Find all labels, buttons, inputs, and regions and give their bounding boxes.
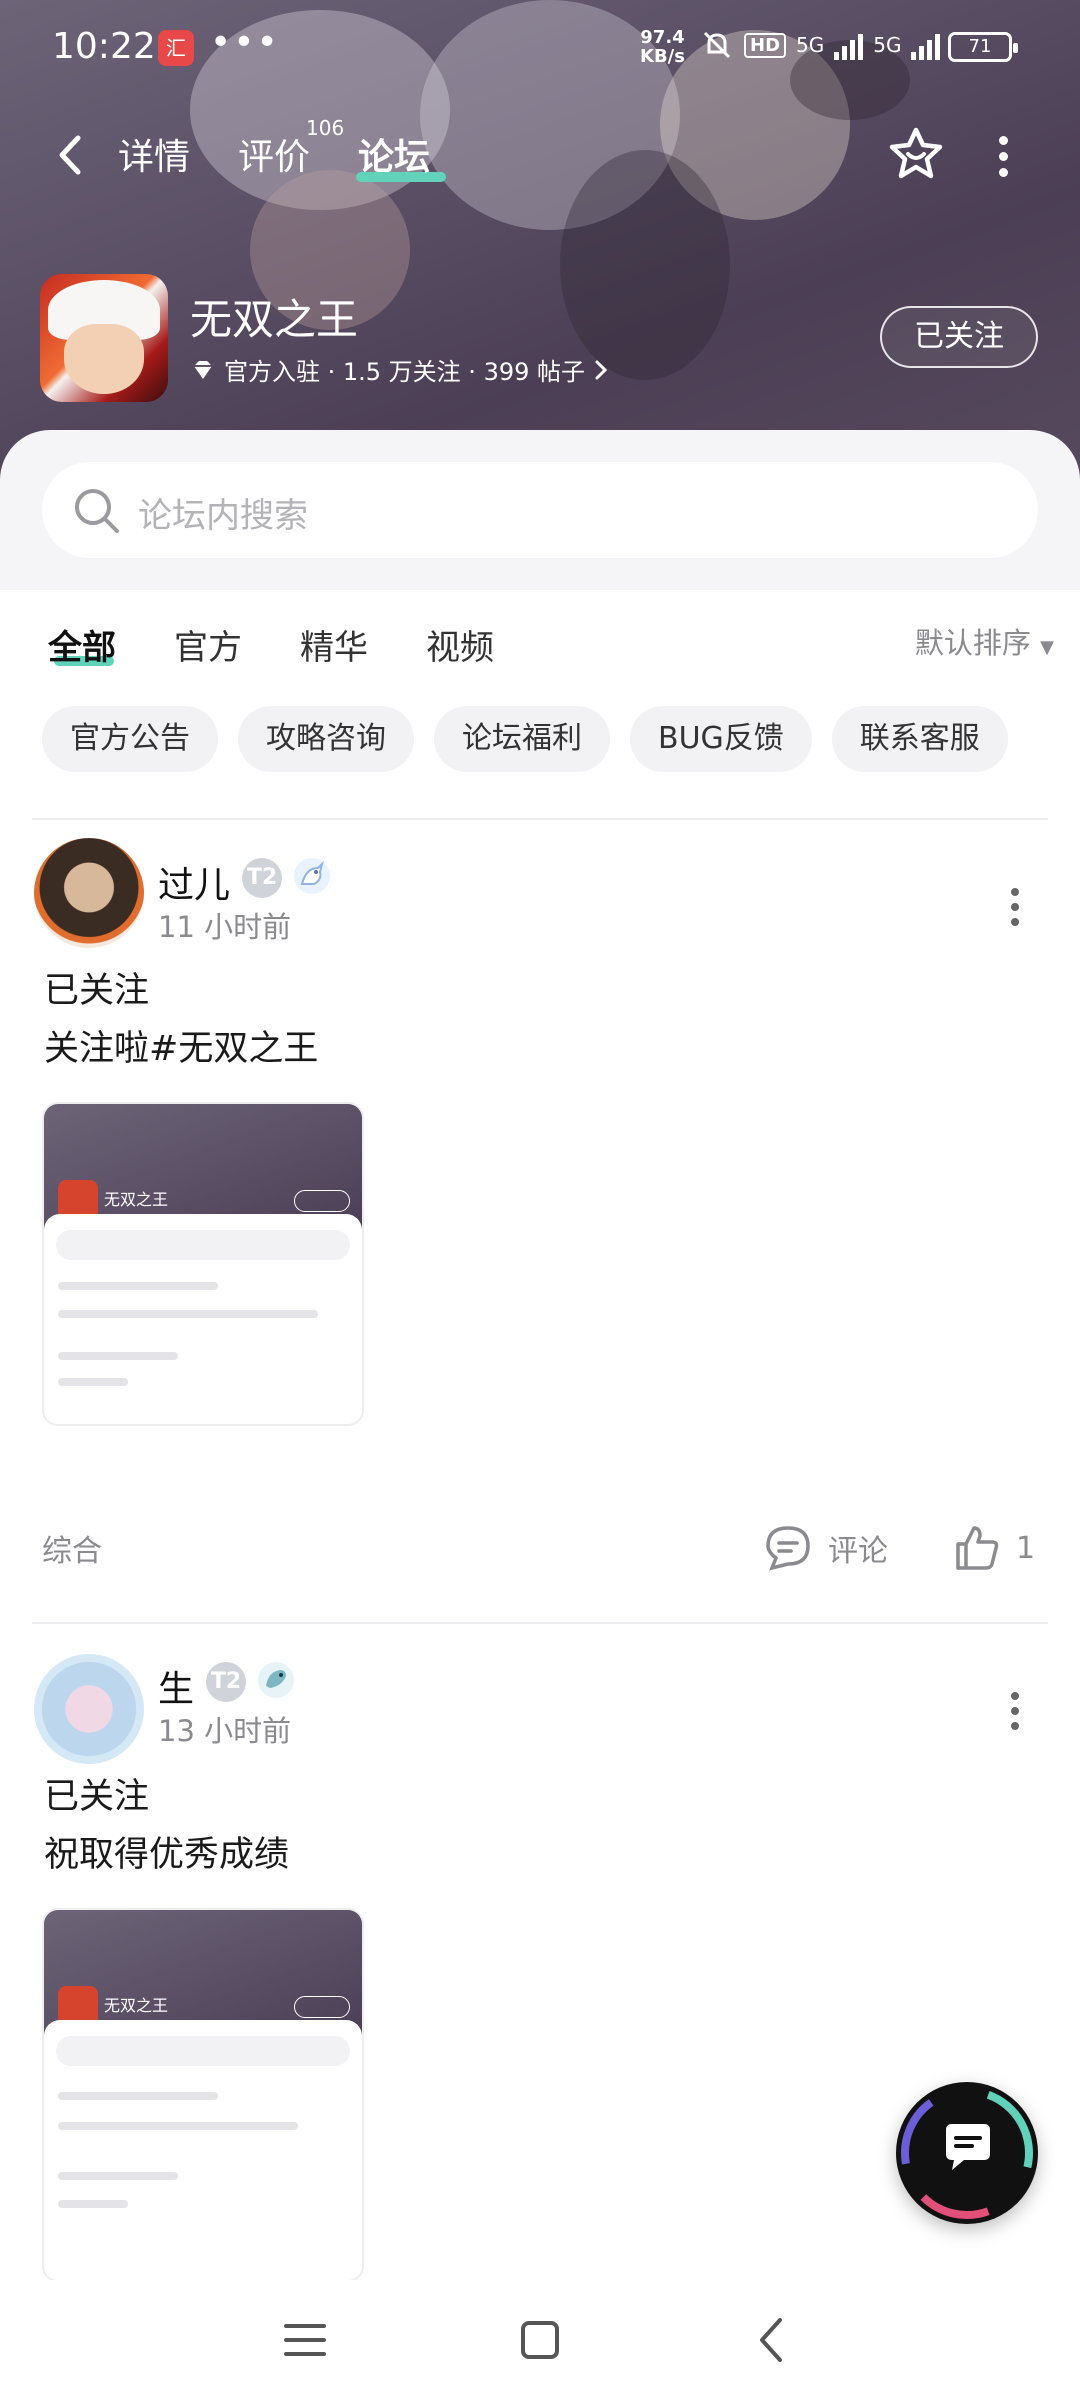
- unicorn-badge-icon: [294, 858, 330, 894]
- status-time: 10:22: [52, 26, 156, 67]
- like-button[interactable]: 1: [950, 1522, 1035, 1574]
- back-nav-icon[interactable]: [756, 2316, 786, 2364]
- search-placeholder: 论坛内搜索: [138, 496, 308, 536]
- system-navigation-bar: [0, 2280, 1080, 2400]
- post-time: 11 小时前: [158, 910, 292, 944]
- battery-icon: 71: [948, 32, 1018, 62]
- comment-button[interactable]: 评论: [762, 1522, 888, 1574]
- thumb-follow-button: [294, 1996, 350, 2018]
- thumb-title: 无双之王: [104, 1996, 169, 2015]
- thumbs-up-icon: [956, 1526, 999, 1570]
- post-image[interactable]: 无双之王: [42, 1102, 364, 1426]
- chip-guides[interactable]: 攻略咨询: [238, 706, 414, 772]
- back-button[interactable]: [50, 130, 90, 180]
- game-icon[interactable]: [40, 274, 168, 402]
- filter-tab-featured[interactable]: 精华: [300, 620, 368, 669]
- category-chips: 官方公告 攻略咨询 论坛福利 BUG反馈 联系客服: [42, 706, 1008, 772]
- game-title: 无双之王: [190, 295, 359, 344]
- menu-icon[interactable]: [284, 2320, 326, 2360]
- search-input[interactable]: 论坛内搜索: [42, 462, 1038, 558]
- star-icon: [889, 127, 943, 179]
- mute-bell-icon: [703, 31, 731, 59]
- tab-details[interactable]: 详情: [118, 128, 190, 180]
- thumb-line: [58, 2200, 128, 2208]
- compose-post-button[interactable]: [896, 2082, 1038, 2224]
- post-category[interactable]: 综合: [42, 1526, 102, 1570]
- chip-announcements[interactable]: 官方公告: [42, 706, 218, 772]
- app-root: 10:22 汇 ••• 97.4 KB/s HD 5G 5G 71 详情 评价 …: [0, 0, 1080, 2400]
- more-options-button[interactable]: [996, 136, 1010, 177]
- follow-button[interactable]: 已关注: [880, 306, 1038, 368]
- post-footer: 综合 评论 1: [0, 1516, 1080, 1576]
- chevron-left-icon: [59, 135, 81, 175]
- game-meta-text: 官方入驻 · 1.5 万关注 · 399 帖子: [224, 358, 586, 386]
- more-notifications-icon: •••: [210, 22, 280, 63]
- level-badge-icon: T2: [242, 858, 282, 898]
- chip-bug-report[interactable]: BUG反馈: [630, 706, 812, 772]
- thumb-line: [58, 1310, 318, 1318]
- post-more-button[interactable]: [1010, 888, 1020, 933]
- like-count: 1: [1016, 1530, 1036, 1566]
- thumb-line: [58, 2092, 218, 2100]
- post-body: 祝取得优秀成绩: [44, 1835, 290, 1875]
- home-icon[interactable]: [520, 2320, 560, 2360]
- status-icons: HD 5G 5G: [700, 28, 941, 62]
- reviews-count-badge: 106: [306, 116, 345, 140]
- thumb-line: [58, 1282, 218, 1290]
- thumb-title: 无双之王: [104, 1190, 169, 1209]
- status-bar: 10:22 汇 ••• 97.4 KB/s HD 5G 5G 71: [0, 0, 1080, 100]
- filter-tab-all[interactable]: 全部: [48, 620, 116, 669]
- sort-dropdown[interactable]: 默认排序 ▼: [915, 620, 1054, 662]
- post-image[interactable]: 无双之王: [42, 1908, 364, 2282]
- search-icon: [75, 489, 119, 533]
- post-title: 已关注: [44, 971, 150, 1011]
- post-body: 关注啦#无双之王: [44, 1029, 319, 1069]
- divider: [32, 1622, 1048, 1624]
- signal-icon: [834, 30, 864, 60]
- sort-label: 默认排序: [914, 626, 1031, 660]
- caret-down-icon: ▼: [1040, 637, 1054, 658]
- post-username[interactable]: 生: [158, 1660, 194, 1712]
- tab-reviews[interactable]: 评价: [238, 128, 310, 180]
- thumb-follow-button: [294, 1190, 350, 1212]
- chip-welfare[interactable]: 论坛福利: [434, 706, 610, 772]
- game-icon-art: [64, 324, 144, 394]
- network-type-2: 5G: [873, 33, 902, 57]
- avatar[interactable]: [34, 838, 144, 948]
- thumb-line: [58, 2172, 178, 2180]
- post-username[interactable]: 过儿: [158, 856, 230, 908]
- diamond-icon: [194, 360, 212, 379]
- thumb-line: [58, 1378, 128, 1386]
- filter-tab-video[interactable]: 视频: [426, 620, 494, 669]
- bird-badge-icon: [258, 1662, 294, 1698]
- chip-customer-service[interactable]: 联系客服: [831, 706, 1008, 772]
- network-speed-value: 97.4: [640, 27, 685, 48]
- game-meta-link[interactable]: 官方入驻 · 1.5 万关注 · 399 帖子: [190, 352, 609, 387]
- thumb-line: [58, 2122, 298, 2130]
- level-badge-icon: T2: [206, 1662, 246, 1702]
- top-nav: 详情 评价 106 论坛: [0, 110, 1080, 200]
- thumb-search: [56, 2036, 350, 2066]
- thumb-search: [56, 1230, 350, 1260]
- filter-tabs: 全部 官方 精华 视频 默认排序 ▼: [0, 590, 1080, 680]
- tab-forum[interactable]: 论坛: [358, 128, 430, 180]
- avatar[interactable]: [34, 1654, 144, 1764]
- network-type-1: 5G: [796, 33, 825, 57]
- filter-tab-official[interactable]: 官方: [174, 620, 242, 669]
- post-time: 13 小时前: [158, 1714, 292, 1748]
- network-speed: 97.4 KB/s: [640, 28, 685, 66]
- post-title: 已关注: [44, 1777, 150, 1817]
- comment-label: 评论: [828, 1534, 888, 1569]
- comment-icon: [766, 1526, 810, 1571]
- notification-app-icon: 汇: [158, 30, 194, 66]
- favorite-button[interactable]: [886, 124, 946, 184]
- network-speed-unit: KB/s: [640, 46, 685, 67]
- divider: [32, 818, 1048, 820]
- hd-voice-icon: HD: [744, 32, 787, 58]
- post-more-button[interactable]: [1010, 1692, 1020, 1737]
- chat-bubble-icon: [901, 2087, 1033, 2219]
- signal-icon: [911, 30, 941, 60]
- chevron-right-icon: [595, 360, 608, 379]
- thumb-line: [58, 1352, 178, 1360]
